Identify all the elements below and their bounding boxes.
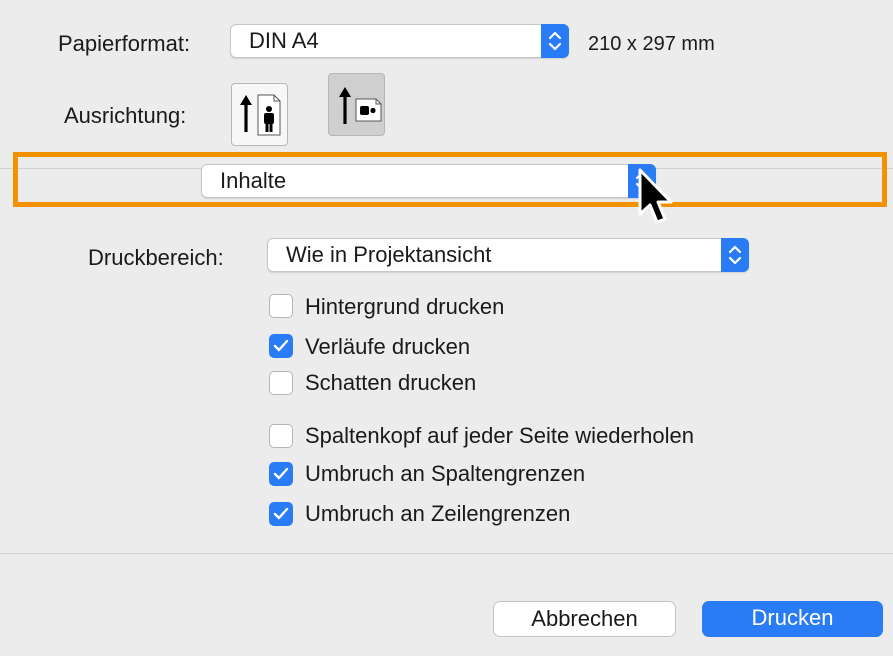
paper-format-label: Papierformat: (58, 31, 191, 56)
print-button[interactable]: Drucken (702, 601, 883, 637)
orientation-label: Ausrichtung: (64, 103, 187, 128)
gradients-option-label: Verläufe drucken (305, 334, 471, 359)
chevron-up-down-icon (541, 24, 569, 58)
row-break-checkbox[interactable] (269, 502, 293, 526)
paper-size-text: 210 x 297 mm (588, 33, 715, 55)
gradients-checkbox[interactable] (269, 334, 293, 358)
row-break-option-label: Umbruch an Zeilengrenzen (305, 501, 571, 526)
highlight-frame (13, 152, 887, 207)
cancel-button[interactable]: Abbrechen (493, 601, 676, 637)
checkmark-icon (273, 507, 289, 520)
footer-separator (0, 553, 893, 554)
column-break-option-label: Umbruch an Spaltengrenzen (305, 461, 586, 486)
repeat-header-checkbox[interactable] (269, 424, 293, 448)
paper-format-value: DIN A4 (249, 28, 319, 53)
shadows-option-label: Schatten drucken (305, 370, 477, 395)
mouse-pointer-icon (638, 168, 673, 224)
shadows-checkbox[interactable] (269, 371, 293, 395)
chevron-up-down-icon (721, 238, 749, 272)
paper-format-select[interactable]: DIN A4 (230, 24, 569, 58)
orientation-portrait-button[interactable] (231, 83, 288, 146)
repeat-header-option-label: Spaltenkopf auf jeder Seite wiederholen (305, 423, 694, 448)
orientation-landscape-button[interactable] (328, 73, 385, 136)
checkmark-icon (273, 339, 289, 352)
print-area-label: Druckbereich: (88, 245, 224, 270)
print-area-value: Wie in Projektansicht (286, 242, 492, 267)
landscape-person-icon (339, 87, 382, 124)
print-area-select[interactable]: Wie in Projektansicht (267, 238, 749, 272)
checkmark-icon (273, 467, 289, 480)
background-checkbox[interactable] (269, 294, 293, 318)
column-break-checkbox[interactable] (269, 462, 293, 486)
portrait-person-icon (240, 94, 281, 136)
background-option-label: Hintergrund drucken (305, 294, 505, 319)
